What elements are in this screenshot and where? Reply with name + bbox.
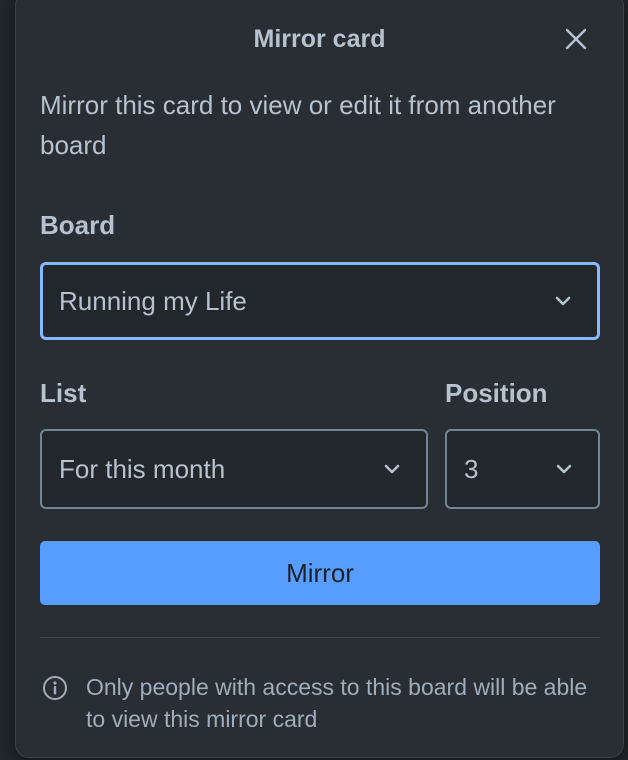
position-label: Position: [445, 378, 548, 408]
position-select[interactable]: 3: [445, 429, 600, 509]
board-label: Board: [40, 210, 116, 240]
close-icon: [565, 28, 587, 50]
chevron-down-icon: [556, 463, 572, 475]
popover-description: Mirror this card to view or edit it from…: [40, 90, 556, 160]
close-button[interactable]: [559, 22, 593, 56]
list-select-value: For this month: [59, 453, 226, 484]
list-select[interactable]: For this month: [40, 429, 428, 509]
divider: [40, 637, 600, 638]
info-icon: [43, 676, 67, 700]
chevron-down-icon: [555, 295, 571, 307]
popover-title: Mirror card: [253, 25, 386, 53]
board-select[interactable]: Running my Life: [40, 262, 600, 340]
mirror-button[interactable]: Mirror: [40, 541, 600, 605]
position-select-value: 3: [464, 453, 479, 484]
board-select-value: Running my Life: [59, 285, 247, 316]
list-label: List: [40, 378, 87, 408]
chevron-down-icon: [384, 463, 400, 475]
mirror-card-popover: Mirror card Mirror this card to view or …: [15, 0, 624, 758]
footer-note: Only people with access to this board wi…: [86, 674, 588, 732]
